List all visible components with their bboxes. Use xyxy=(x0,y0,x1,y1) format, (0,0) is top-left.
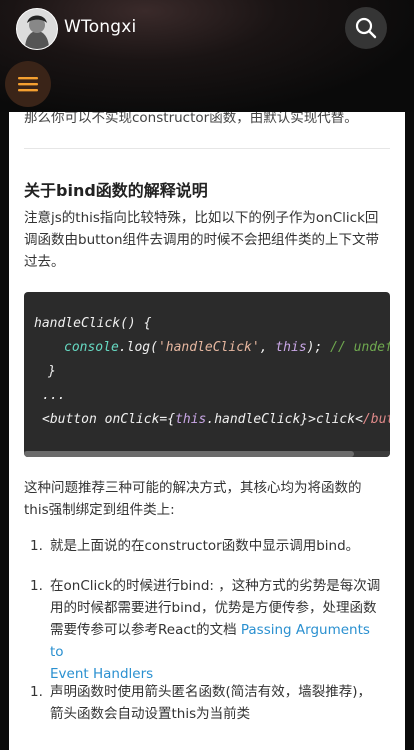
search-button[interactable] xyxy=(345,7,387,49)
list-text: 声明函数时使用箭头匿名函数(简洁有效，墙裂推荐)， 箭头函数会自动设置this为… xyxy=(50,684,372,722)
avatar[interactable] xyxy=(16,8,58,50)
code-line: handleClick() { xyxy=(34,316,152,331)
menu-button[interactable] xyxy=(5,61,51,107)
divider xyxy=(24,148,390,149)
code-line: } xyxy=(48,364,56,379)
list-item: 1. 在onClick的时候进行bind: ，这种方式的劣势是每次调 用的时候都… xyxy=(24,575,390,682)
list-text: 就是上面说的在constructor函数中显示调用bind。 xyxy=(50,538,360,554)
site-name[interactable]: WTongxi xyxy=(64,17,136,37)
menu-icon xyxy=(18,77,38,92)
list-text: 在onClick的时候进行bind: ，这种方式的劣势是每次调 用的时候都需要进… xyxy=(50,578,381,682)
intro-line: 注意js的this指向比较特殊，比如以下的例子作为onClick回 xyxy=(24,210,379,226)
intro-line: 调函数由button组件去调用的时候不会把组件类的上下文带 xyxy=(24,232,380,248)
site-header: WTongxi xyxy=(0,0,414,112)
list-number: 1. xyxy=(30,578,43,594)
list-item: 1. 声明函数时使用箭头匿名函数(简洁有效，墙裂推荐)， 箭头函数会自动设置th… xyxy=(24,681,390,725)
code-scrollbar-thumb[interactable] xyxy=(24,451,354,457)
react-docs-link[interactable]: Event Handlers xyxy=(50,666,153,682)
section-title: 关于bind函数的解释说明 xyxy=(24,181,208,200)
list-number: 1. xyxy=(30,684,43,700)
solution-line: 这种问题推荐三种可能的解决方式，其核心均为将函数的 xyxy=(24,480,362,496)
solution-line: this强制绑定到组件类上: xyxy=(24,502,175,518)
search-icon xyxy=(355,17,377,39)
solution-intro: 这种问题推荐三种可能的解决方式，其核心均为将函数的 this强制绑定到组件类上: xyxy=(24,477,390,521)
avatar-image xyxy=(17,9,57,49)
intro-paragraph: 注意js的this指向比较特殊，比如以下的例子作为onClick回 调函数由bu… xyxy=(24,207,390,273)
code-line: ... xyxy=(42,388,66,403)
list-number: 1. xyxy=(30,538,43,554)
intro-line: 过去。 xyxy=(24,254,65,270)
code-block[interactable]: handleClick() { console.log('handleClick… xyxy=(24,292,390,457)
list-item: 1. 就是上面说的在constructor函数中显示调用bind。 xyxy=(24,535,390,557)
code-line: console.log('handleClick', this); // und… xyxy=(64,340,390,355)
code-line: <button onClick={this.handleClick}>click… xyxy=(42,412,390,427)
